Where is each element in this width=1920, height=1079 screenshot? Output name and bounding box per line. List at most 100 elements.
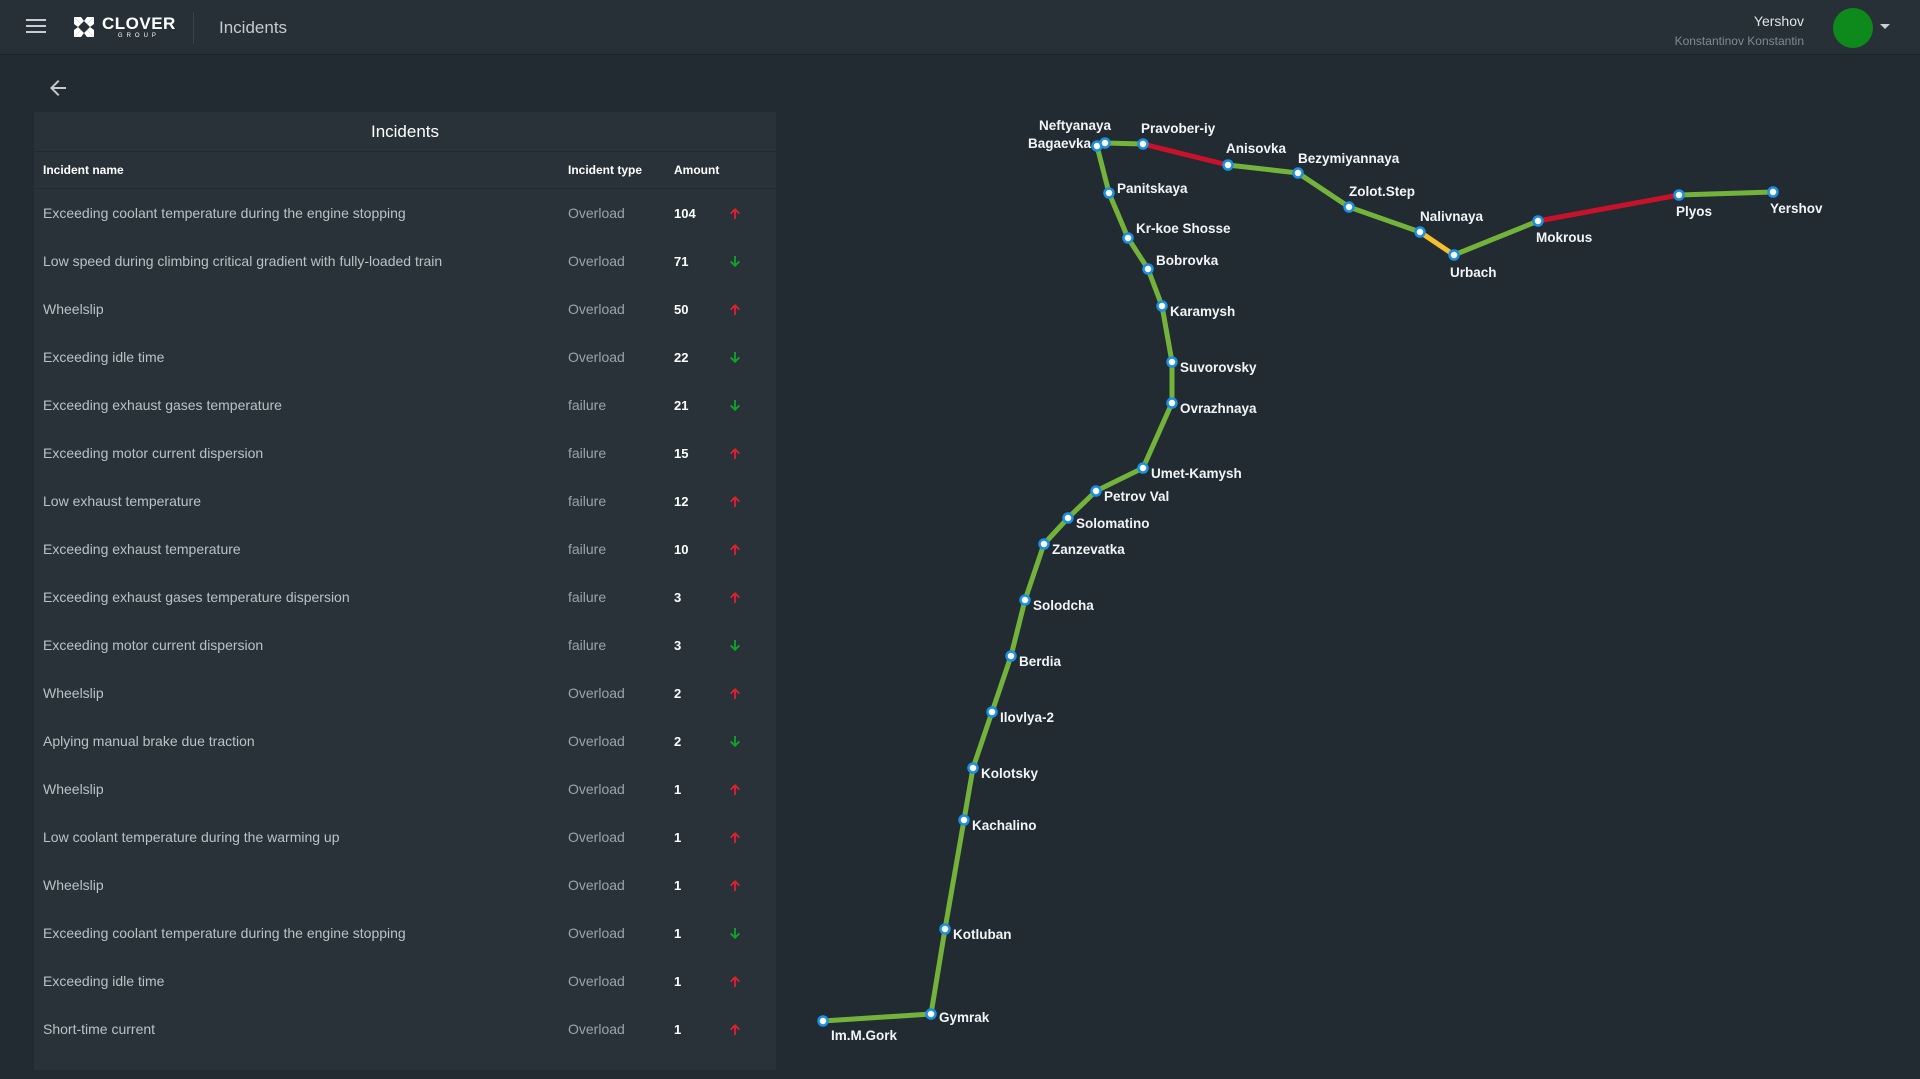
route-segment[interactable] [1676, 189, 1776, 198]
route-map[interactable]: Im.M.Gork Gymrak Kotluban Kachalino Kolotsky… [800, 100, 1900, 1060]
back-arrow-icon[interactable] [46, 76, 70, 100]
station-marker[interactable] [1103, 187, 1115, 199]
station-marker[interactable] [1005, 650, 1017, 662]
arrow-up-icon [729, 447, 759, 460]
arrow-down-icon [729, 255, 759, 268]
table-row[interactable]: Wheelslip Overload 50 [34, 285, 776, 333]
route-segment[interactable] [1535, 192, 1682, 224]
station-marker[interactable] [939, 923, 951, 935]
table-row[interactable]: Exceeding coolant temperature during the… [34, 909, 776, 957]
arrow-up-icon [729, 303, 759, 316]
incident-name-cell: Exceeding motor current dispersion [43, 445, 264, 461]
table-row[interactable]: Exceeding coolant temperature during the… [34, 189, 776, 237]
station-label: Kachalino [972, 818, 1037, 833]
table-row[interactable]: Low speed during climbing critical gradi… [34, 237, 776, 285]
column-header-incident-type[interactable]: Incident type [568, 163, 674, 177]
station-marker[interactable] [1448, 249, 1460, 261]
route-segment[interactable] [1295, 170, 1352, 210]
station-label: Suvorovsky [1180, 360, 1257, 375]
station-marker[interactable] [1767, 186, 1779, 198]
station-marker[interactable] [958, 814, 970, 826]
station-marker[interactable] [1137, 462, 1149, 474]
column-header-amount[interactable]: Amount [674, 163, 729, 177]
table-row[interactable]: Exceeding idle time Overload 22 [34, 333, 776, 381]
clover-group-logo[interactable]: CLOVER GROUP [72, 14, 176, 40]
station-marker[interactable] [1062, 512, 1074, 524]
chevron-down-icon[interactable] [1880, 24, 1890, 29]
incident-type-cell: failure [568, 445, 607, 461]
table-row[interactable]: Exceeding idle time Overload 1 [34, 957, 776, 1005]
station-marker[interactable] [1122, 232, 1134, 244]
table-row[interactable]: Low coolant temperature during the warmi… [34, 813, 776, 861]
station-marker[interactable] [1532, 215, 1544, 227]
route-segment[interactable] [1106, 190, 1131, 241]
route-segment[interactable] [928, 926, 948, 1017]
table-row[interactable]: Exceeding motor current dispersion failur… [34, 429, 776, 477]
station-marker[interactable] [1156, 300, 1168, 312]
station-label: Petrov Val [1104, 489, 1169, 504]
station-marker[interactable] [1038, 538, 1050, 550]
route-segment[interactable] [1417, 229, 1457, 258]
station-marker[interactable] [1166, 356, 1178, 368]
station-marker[interactable] [1222, 159, 1234, 171]
route-segment[interactable] [820, 1011, 934, 1024]
avatar[interactable] [1833, 8, 1873, 48]
table-row[interactable]: Low exhaust temperature failure 12 [34, 477, 776, 525]
route-map-canvas[interactable]: Im.M.Gork Gymrak Kotluban Kachalino Kolotsky… [800, 100, 1900, 1060]
station-label: Gymrak [939, 1010, 990, 1025]
route-segment[interactable] [1225, 162, 1301, 176]
route-segment[interactable] [989, 653, 1014, 715]
table-row[interactable]: Exceeding exhaust gases temperature failu… [34, 381, 776, 429]
station-marker[interactable] [1166, 397, 1178, 409]
table-row[interactable]: Exceeding exhaust temperature failure 10 [34, 525, 776, 573]
station-marker[interactable] [1673, 189, 1685, 201]
station-label: Yershov [1770, 201, 1823, 216]
route-segment[interactable] [1145, 266, 1165, 309]
route-segment[interactable] [1065, 488, 1099, 521]
station-marker[interactable] [1090, 485, 1102, 497]
station-label: Umet-Kamysh [1151, 466, 1242, 481]
route-segment[interactable] [1451, 218, 1541, 258]
table-row[interactable]: Wheelslip Overload 1 [34, 765, 776, 813]
station-marker[interactable] [1292, 167, 1304, 179]
station-marker[interactable] [1099, 137, 1111, 149]
incident-name-cell: Aplying manual brake due traction [43, 733, 255, 749]
incident-amount-cell: 3 [674, 637, 682, 653]
table-row[interactable]: Aplying manual brake due traction Overloa… [34, 717, 776, 765]
table-row[interactable]: Exceeding exhaust gases temperature disp… [34, 573, 776, 621]
route-segment[interactable] [1346, 204, 1423, 235]
route-segment[interactable] [970, 709, 995, 771]
station-marker[interactable] [1137, 138, 1149, 150]
arrow-up-icon [729, 783, 759, 796]
route-segment[interactable] [1093, 465, 1146, 494]
arrow-up-icon [729, 975, 759, 988]
route-segment[interactable] [1094, 143, 1112, 196]
station-marker[interactable] [1414, 226, 1426, 238]
route-segment[interactable] [1140, 400, 1175, 471]
station-marker[interactable] [986, 706, 998, 718]
route-segment[interactable] [961, 765, 976, 823]
table-row[interactable]: Short-time current Overload 1 [34, 1005, 776, 1053]
station-marker[interactable] [1142, 263, 1154, 275]
route-segment[interactable] [1140, 141, 1231, 168]
column-header-incident-name[interactable]: Incident name [34, 163, 568, 177]
route-segment[interactable] [1022, 541, 1047, 603]
table-row[interactable]: Exceeding motor current dispersion failur… [34, 621, 776, 669]
station-marker[interactable] [817, 1015, 829, 1027]
station-marker[interactable] [1019, 594, 1031, 606]
logo-subtext: GROUP [117, 33, 160, 39]
station-marker[interactable] [967, 762, 979, 774]
route-segment[interactable] [1008, 597, 1028, 659]
station-marker[interactable] [1343, 201, 1355, 213]
incident-name-cell: Exceeding exhaust gases temperature [43, 397, 282, 413]
user-info[interactable]: Yershov Konstantinov Konstantin [1675, 13, 1804, 48]
hamburger-menu-icon[interactable] [26, 19, 46, 35]
logo-text: CLOVER [102, 14, 176, 33]
station-marker[interactable] [925, 1008, 937, 1020]
table-row[interactable]: Wheelslip Overload 1 [34, 861, 776, 909]
panel-title: Incidents [34, 112, 776, 152]
route-segment[interactable] [942, 817, 967, 932]
arrow-down-icon [729, 927, 759, 940]
incident-amount-cell: 10 [674, 541, 689, 557]
table-row[interactable]: Wheelslip Overload 2 [34, 669, 776, 717]
